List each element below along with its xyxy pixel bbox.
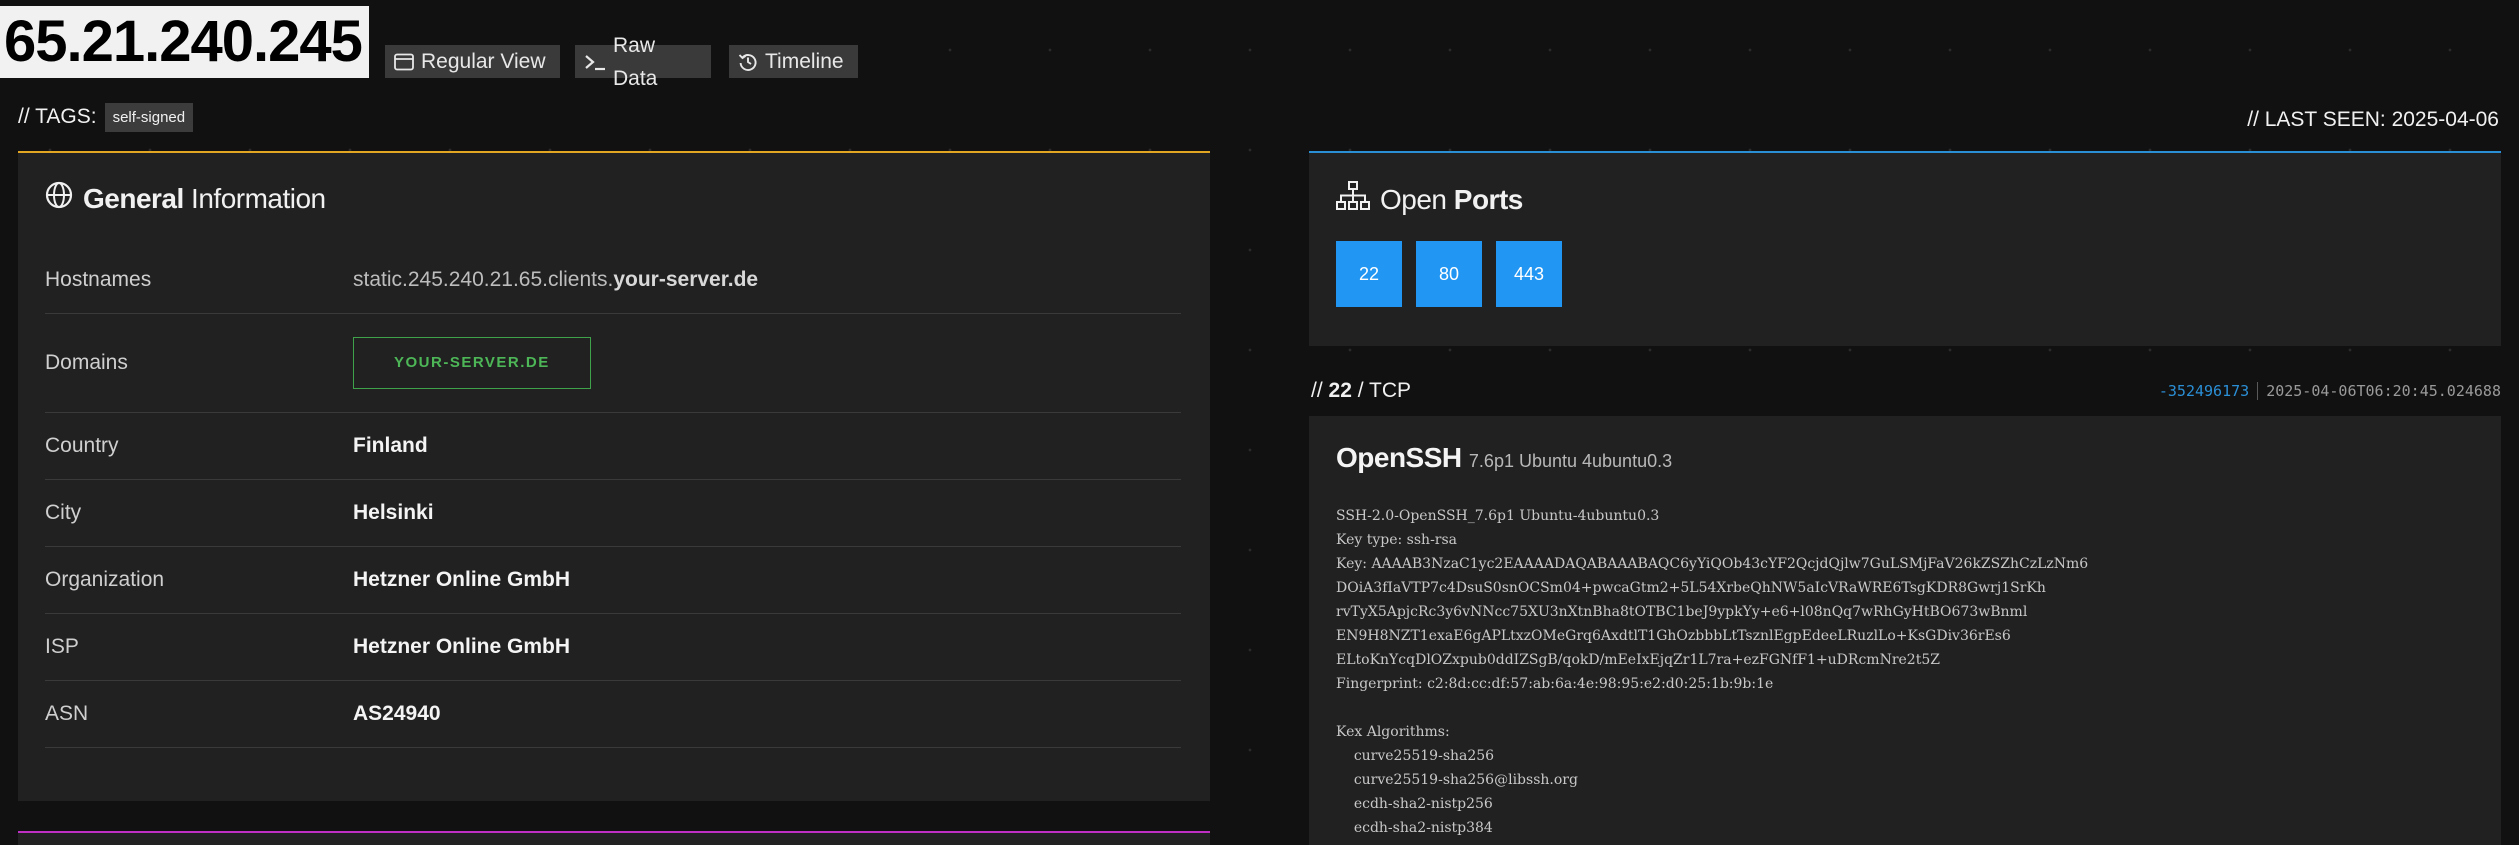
tags-bar: // TAGS: self-signed xyxy=(18,101,194,133)
next-card-edge xyxy=(18,831,1210,845)
asn-value: AS24940 xyxy=(353,702,441,725)
terminal-icon xyxy=(584,53,606,71)
ssh-service-card: OpenSSH 7.6p1 Ubuntu 4ubuntu0.3 SSH-2.0-… xyxy=(1309,416,2501,845)
organization-label: Organization xyxy=(45,568,165,591)
ssh-product: OpenSSH xyxy=(1336,442,1462,473)
history-icon xyxy=(738,52,758,72)
isp-value: Hetzner Online GmbH xyxy=(353,635,571,658)
regular-view-label: Regular View xyxy=(421,50,546,73)
info-row-isp: ISP Hetzner Online GmbH xyxy=(45,614,1181,681)
port-22-button[interactable]: 22 xyxy=(1336,241,1402,307)
service-meta: -352496173 2025-04-06T06:20:45.024688 xyxy=(2159,382,2501,400)
general-information-heading: General Information xyxy=(45,181,326,216)
window-icon xyxy=(394,53,414,71)
last-seen: // LAST SEEN: 2025-04-06 xyxy=(2247,108,2499,131)
service-header: // 22 / TCP xyxy=(1311,379,1411,403)
raw-data-button[interactable]: Raw Data xyxy=(575,34,711,90)
domains-label: Domains xyxy=(45,351,128,374)
info-row-asn: ASN AS24940 xyxy=(45,681,1181,748)
ip-address-title: 65.21.240.245 xyxy=(0,6,369,78)
country-value: Finland xyxy=(353,434,428,457)
ports-list: 22 80 443 xyxy=(1336,241,1562,307)
service-prefix: // xyxy=(1311,379,1329,402)
ssh-version: 7.6p1 Ubuntu 4ubuntu0.3 xyxy=(1468,451,1673,471)
meta-divider xyxy=(2257,382,2259,400)
info-row-organization: Organization Hetzner Online GmbH xyxy=(45,547,1181,614)
organization-value: Hetzner Online GmbH xyxy=(353,568,571,591)
city-value: Helsinki xyxy=(353,501,434,524)
open-ports-heading: Open Ports xyxy=(1336,181,1523,218)
network-icon xyxy=(1336,181,1370,218)
ssh-product-heading: OpenSSH 7.6p1 Ubuntu 4ubuntu0.3 xyxy=(1336,442,1672,474)
service-proto: / TCP xyxy=(1351,379,1411,402)
ports-title-bold: Ports xyxy=(1453,183,1524,215)
port-443-button[interactable]: 443 xyxy=(1496,241,1562,307)
hostname-domain: your-server.de xyxy=(613,268,759,291)
timeline-button[interactable]: Timeline xyxy=(729,45,858,78)
info-row-hostnames: Hostnames static.245.240.21.65.clients.y… xyxy=(45,247,1181,314)
raw-data-label: Raw Data xyxy=(613,33,658,90)
ports-title-light: Open xyxy=(1380,183,1454,215)
hostnames-label: Hostnames xyxy=(45,268,152,291)
service-hash-link[interactable]: -352496173 xyxy=(2159,382,2249,400)
domain-chip[interactable]: YOUR-SERVER.DE xyxy=(353,337,591,389)
hostnames-value: static.245.240.21.65.clients.your-server… xyxy=(353,268,758,292)
tags-label: // TAGS: xyxy=(18,105,97,128)
general-title-bold: General xyxy=(83,182,184,214)
open-ports-card: Open Ports 22 80 443 xyxy=(1309,151,2501,346)
general-information-card: General Information Hostnames static.245… xyxy=(18,151,1210,801)
regular-view-button[interactable]: Regular View xyxy=(385,45,560,78)
timeline-label: Timeline xyxy=(765,50,844,73)
service-timestamp: 2025-04-06T06:20:45.024688 xyxy=(2266,382,2501,400)
info-table: Hostnames static.245.240.21.65.clients.y… xyxy=(45,247,1181,748)
general-title-rest: Information xyxy=(183,182,326,214)
asn-label: ASN xyxy=(45,702,89,725)
service-port: 22 xyxy=(1328,379,1352,402)
hostname-prefix: static.245.240.21.65.clients. xyxy=(353,268,614,291)
isp-label: ISP xyxy=(45,635,79,658)
country-label: Country xyxy=(45,434,119,457)
ssh-banner: SSH-2.0-OpenSSH_7.6p1 Ubuntu-4ubuntu0.3 … xyxy=(1336,508,2089,836)
tag-badge[interactable]: self-signed xyxy=(104,102,194,132)
port-80-button[interactable]: 80 xyxy=(1416,241,1482,307)
info-row-city: City Helsinki xyxy=(45,480,1181,547)
globe-icon xyxy=(45,181,73,216)
info-row-country: Country Finland xyxy=(45,413,1181,480)
city-label: City xyxy=(45,501,82,524)
info-row-domains: Domains YOUR-SERVER.DE xyxy=(45,314,1181,413)
